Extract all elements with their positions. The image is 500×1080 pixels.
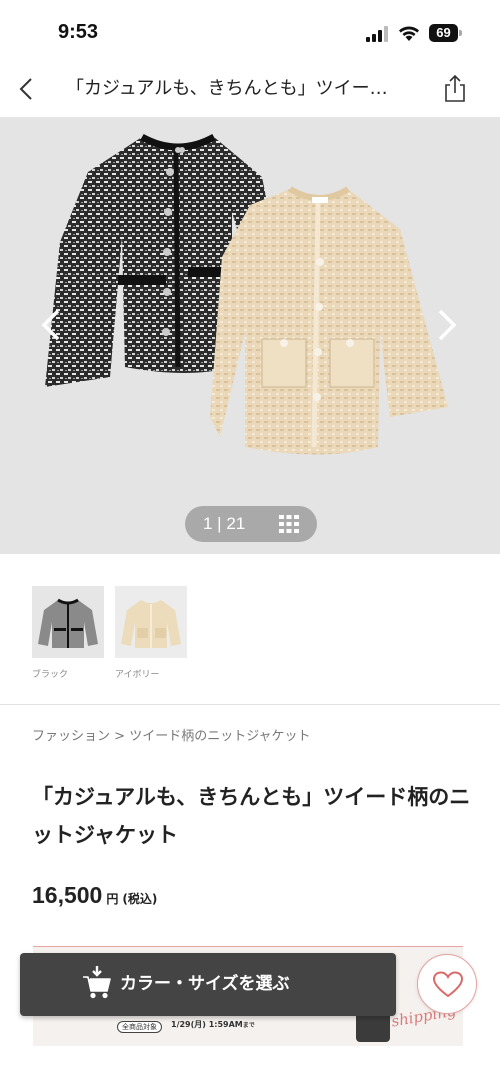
cellular-signal-icon: [366, 26, 388, 42]
price-tax-note: (税込): [122, 892, 158, 906]
ivory-jacket-thumbnail-image: [115, 586, 187, 658]
price-unit: 円: [106, 892, 119, 906]
app-header: 「カジュアルも、きちんとも」ツイー…: [0, 64, 500, 116]
product-title: 「カジュアルも、きちんとも」ツイード柄のニットジャケット: [32, 785, 471, 847]
price: 16,500 円 (税込): [32, 882, 157, 909]
select-color-size-button[interactable]: カラー・サイズを選ぶ: [20, 953, 396, 1016]
wifi-icon: [399, 26, 419, 41]
image-counter-text: 1 | 21: [203, 514, 246, 533]
previous-image-icon[interactable]: [36, 305, 66, 345]
back-chevron-icon[interactable]: [14, 76, 40, 102]
header-title: 「カジュアルも、きちんとも」ツイー…: [66, 78, 388, 99]
favorite-button[interactable]: [417, 954, 477, 1014]
banner-date-suffix: まで: [242, 1022, 255, 1029]
cart-add-icon: [83, 966, 111, 999]
breadcrumb: ファッション > ツイード柄のニットジャケット: [32, 725, 311, 744]
battery-level: 69: [429, 24, 458, 42]
breadcrumb-separator: >: [110, 729, 130, 744]
section-divider: [0, 704, 500, 705]
battery-icon: 69: [429, 24, 463, 42]
status-time: 9:53: [58, 21, 99, 43]
banner-date-value: 1/29(月) 1:59AM: [171, 1020, 243, 1029]
status-bar: 9:53 69: [0, 0, 500, 64]
variant-label-ivory: アイボリー: [115, 670, 160, 680]
product-image-carousel[interactable]: 1 | 21: [0, 117, 500, 554]
image-counter[interactable]: 1 | 21: [185, 506, 317, 542]
variant-label-black: ブラック: [32, 670, 69, 680]
next-image-icon[interactable]: [432, 305, 462, 345]
price-value: 16,500: [32, 882, 103, 908]
breadcrumb-current-link[interactable]: ツイード柄のニットジャケット: [129, 729, 310, 744]
heart-icon: [433, 971, 463, 998]
product-photo: [0, 117, 500, 554]
share-icon[interactable]: [441, 74, 469, 104]
variant-thumbnail-black[interactable]: [32, 586, 104, 658]
grid-view-icon: [279, 515, 299, 533]
variant-thumbnail-ivory[interactable]: [115, 586, 187, 658]
black-jacket-thumbnail-image: [32, 586, 104, 658]
banner-date: 1/29(月) 1:59AMまで: [171, 1019, 255, 1030]
select-color-size-label: カラー・サイズを選ぶ: [120, 974, 290, 994]
banner-badge: 全商品対象: [117, 1021, 162, 1033]
breadcrumb-category-link[interactable]: ファッション: [32, 729, 110, 744]
